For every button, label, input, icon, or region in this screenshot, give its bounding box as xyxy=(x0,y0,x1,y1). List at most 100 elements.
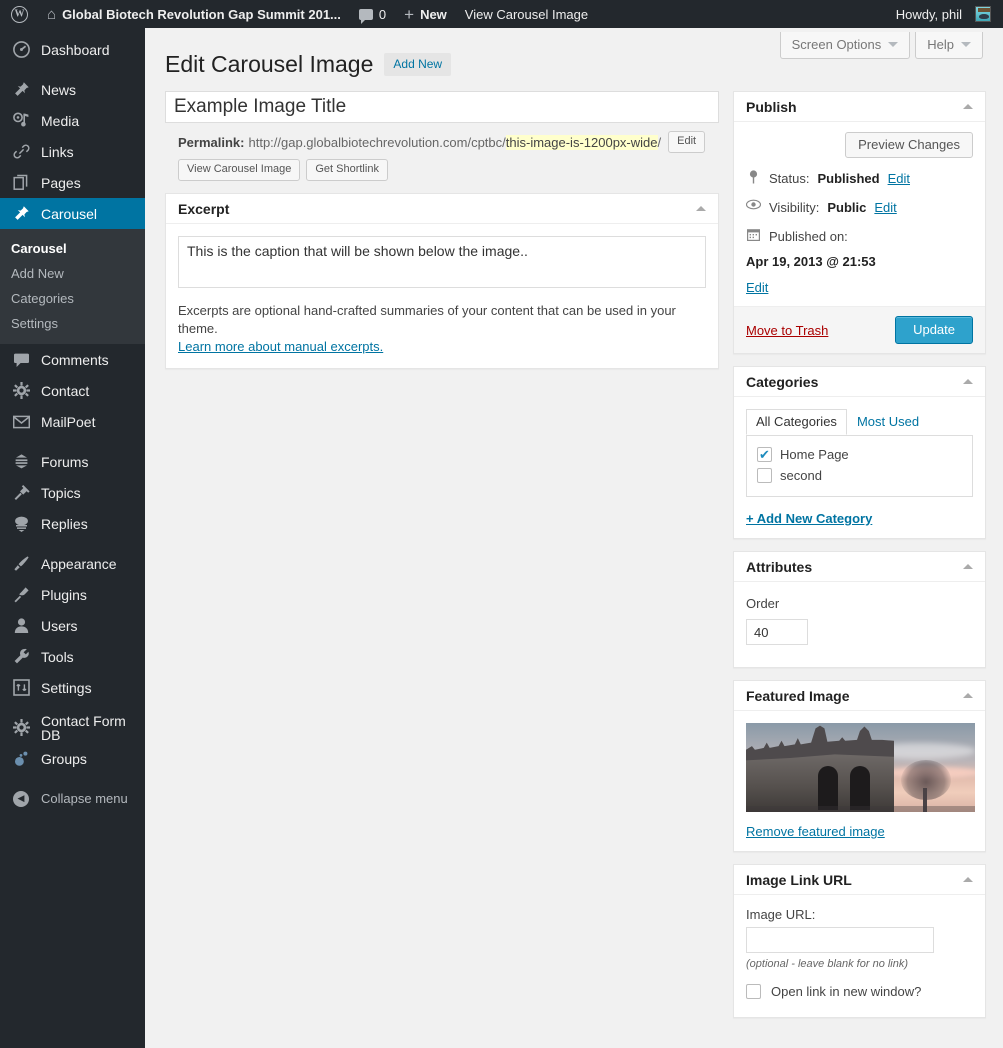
brush-icon xyxy=(11,554,31,574)
edit-date-link[interactable]: Edit xyxy=(746,280,768,295)
get-shortlink-button[interactable]: Get Shortlink xyxy=(306,159,388,181)
edit-slug-button[interactable]: Edit xyxy=(668,131,705,153)
chevron-up-icon[interactable] xyxy=(963,877,973,882)
chevron-up-icon[interactable] xyxy=(696,206,706,211)
edit-visibility-link[interactable]: Edit xyxy=(874,199,896,216)
new-content-menu[interactable]: + New xyxy=(395,0,456,28)
calendar-icon xyxy=(746,228,761,241)
preview-row: Preview Changes xyxy=(746,132,973,158)
sidebar-item-forums[interactable]: Forums xyxy=(0,446,145,477)
preview-changes-button[interactable]: Preview Changes xyxy=(845,132,973,158)
tree xyxy=(895,760,957,812)
publish-title: Publish xyxy=(746,99,797,115)
screen-meta-links: Screen Options Help xyxy=(780,32,983,59)
tab-most-used[interactable]: Most Used xyxy=(847,409,929,435)
excerpt-metabox-header[interactable]: Excerpt xyxy=(166,194,718,224)
gear-icon xyxy=(11,381,31,401)
submenu-item-categories[interactable]: Categories xyxy=(0,286,145,311)
sidebar-item-appearance[interactable]: Appearance xyxy=(0,548,145,579)
sidebar-item-mailpoet[interactable]: MailPoet xyxy=(0,406,145,437)
status-row: Status: Published Edit xyxy=(746,170,973,187)
sidebar-item-contact[interactable]: Contact xyxy=(0,375,145,406)
attributes-metabox-header[interactable]: Attributes xyxy=(734,552,985,582)
sidebar-item-plugins[interactable]: Plugins xyxy=(0,579,145,610)
sidebar-item-label: Contact Form DB xyxy=(41,714,145,742)
permalink-value[interactable]: http://gap.globalbiotechrevolution.com/c… xyxy=(248,135,661,150)
sidebar-item-news[interactable]: News xyxy=(0,74,145,105)
category-item-second[interactable]: second xyxy=(757,465,962,486)
open-new-window-checkbox[interactable] xyxy=(746,984,761,999)
sidebar-item-comments[interactable]: Comments xyxy=(0,344,145,375)
open-in-new-window-row[interactable]: Open link in new window? xyxy=(746,984,973,999)
submenu-item-settings[interactable]: Settings xyxy=(0,311,145,336)
excerpt-metabox-body: Excerpts are optional hand-crafted summa… xyxy=(166,224,718,368)
permalink-slug: this-image-is-1200px-wide xyxy=(506,135,658,150)
excerpt-textarea[interactable] xyxy=(178,236,706,288)
comment-bubble-icon xyxy=(359,9,373,20)
screen-options-button[interactable]: Screen Options xyxy=(780,32,911,59)
order-input[interactable] xyxy=(746,619,808,645)
sidebar-item-label: Groups xyxy=(41,752,87,766)
tab-all-categories[interactable]: All Categories xyxy=(746,409,847,435)
category-checkbox[interactable] xyxy=(757,468,772,483)
main-content: Screen Options Help Edit Carousel Image … xyxy=(145,28,1003,1048)
image-url-input[interactable] xyxy=(746,927,934,953)
publish-metabox-header[interactable]: Publish xyxy=(734,92,985,122)
sidebar-item-settings[interactable]: Settings xyxy=(0,672,145,703)
comments-count: 0 xyxy=(379,7,386,22)
help-label: Help xyxy=(927,37,954,52)
excerpt-help: Excerpts are optional hand-crafted summa… xyxy=(178,302,706,356)
sidebar-item-label: Contact xyxy=(41,384,89,398)
sidebar-item-label: Carousel xyxy=(41,207,97,221)
eye-icon xyxy=(746,199,761,210)
remove-featured-image-link[interactable]: Remove featured image xyxy=(746,824,973,839)
excerpt-help-link[interactable]: Learn more about manual excerpts. xyxy=(178,339,383,354)
excerpt-metabox: Excerpt Excerpts are optional hand-craft… xyxy=(165,193,719,369)
sidebar-item-tools[interactable]: Tools xyxy=(0,641,145,672)
sidebar-item-carousel[interactable]: Carousel xyxy=(0,198,145,229)
categories-metabox-header[interactable]: Categories xyxy=(734,367,985,397)
my-account-menu[interactable]: Howdy, phil xyxy=(887,0,1003,28)
image-link-url-metabox-header[interactable]: Image Link URL xyxy=(734,865,985,895)
sidebar-item-groups[interactable]: Groups xyxy=(0,743,145,774)
site-name-menu[interactable]: ⌂ Global Biotech Revolution Gap Summit 2… xyxy=(38,0,350,28)
home-icon: ⌂ xyxy=(47,7,56,22)
sidebar-item-media[interactable]: Media xyxy=(0,105,145,136)
sidebar-item-label: Comments xyxy=(41,353,109,367)
category-checkbox[interactable] xyxy=(757,447,772,462)
view-carousel-image-button[interactable]: View Carousel Image xyxy=(178,159,300,181)
plus-icon: + xyxy=(404,6,414,23)
comments-bubble-link[interactable]: 0 xyxy=(350,0,395,28)
category-item-home-page[interactable]: Home Page xyxy=(757,444,962,465)
edit-status-link[interactable]: Edit xyxy=(888,170,910,187)
sidebar-item-pages[interactable]: Pages xyxy=(0,167,145,198)
post-title-input[interactable] xyxy=(165,91,719,123)
move-to-trash-link[interactable]: Move to Trash xyxy=(746,323,828,338)
chevron-up-icon[interactable] xyxy=(963,104,973,109)
chevron-up-icon[interactable] xyxy=(963,564,973,569)
chevron-up-icon[interactable] xyxy=(963,693,973,698)
sidebar-item-dashboard[interactable]: Dashboard xyxy=(0,34,145,65)
wp-logo-menu[interactable] xyxy=(0,0,38,28)
sidebar-item-users[interactable]: Users xyxy=(0,610,145,641)
sidebar-item-replies[interactable]: Replies xyxy=(0,508,145,539)
help-button[interactable]: Help xyxy=(915,32,983,59)
image-url-label: Image URL: xyxy=(746,907,973,922)
submenu-item-add-new[interactable]: Add New xyxy=(0,261,145,286)
view-carousel-image-link[interactable]: View Carousel Image xyxy=(456,0,597,28)
publish-metabox-body: Preview Changes Status: Published Edit xyxy=(734,122,985,306)
sidebar-item-topics[interactable]: Topics xyxy=(0,477,145,508)
chevron-up-icon[interactable] xyxy=(963,379,973,384)
update-button[interactable]: Update xyxy=(895,316,973,344)
featured-image-thumbnail[interactable] xyxy=(746,723,975,812)
collapse-menu-button[interactable]: ◀Collapse menu xyxy=(0,783,145,814)
submenu-item-carousel[interactable]: Carousel xyxy=(0,236,145,261)
add-new-category-link[interactable]: + Add New Category xyxy=(746,511,973,526)
sidebar-item-label: Links xyxy=(41,145,74,159)
screen-options-label: Screen Options xyxy=(792,37,882,52)
add-new-button[interactable]: Add New xyxy=(384,53,451,76)
sidebar-item-links[interactable]: Links xyxy=(0,136,145,167)
sidebar-item-contact-form-db[interactable]: Contact Form DB xyxy=(0,712,145,743)
published-on-label: Published on: xyxy=(769,228,848,245)
featured-image-metabox-header[interactable]: Featured Image xyxy=(734,681,985,711)
